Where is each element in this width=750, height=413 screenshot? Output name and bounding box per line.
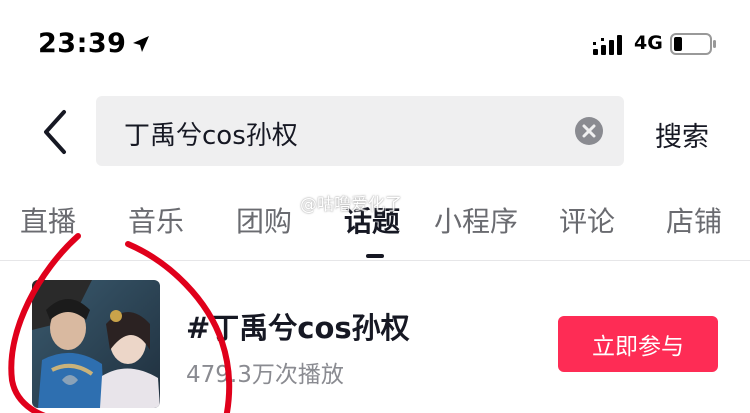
topic-cover-image (32, 280, 160, 408)
active-tab-indicator (366, 254, 384, 258)
tab-shops[interactable]: 店铺 (666, 200, 722, 240)
topic-thumbnail[interactable] (32, 280, 160, 408)
tab-mini-programs[interactable]: 小程序 (434, 200, 518, 240)
tab-live[interactable]: 直播 (20, 200, 76, 240)
search-input[interactable]: 丁禹兮cos孙权 (96, 96, 624, 166)
clear-icon[interactable] (574, 116, 604, 146)
tabs-divider (0, 260, 750, 261)
status-bar: 23:39 4G (0, 0, 750, 90)
tab-group-buy[interactable]: 团购 (236, 200, 292, 240)
search-query-text[interactable]: 丁禹兮cos孙权 (124, 115, 298, 152)
signal-icon (593, 35, 622, 55)
location-arrow-icon (133, 36, 149, 52)
search-button[interactable]: 搜索 (655, 115, 709, 154)
join-now-button[interactable]: 立即参与 (558, 316, 718, 372)
back-chevron-icon[interactable] (36, 106, 76, 158)
topic-title[interactable]: #丁禹兮cos孙权 (186, 305, 410, 347)
tab-comments[interactable]: 评论 (559, 200, 615, 240)
topic-play-count: 479.3万次播放 (186, 362, 344, 388)
watermark: @咕噜爱化了 (300, 195, 402, 215)
battery-icon (670, 33, 716, 55)
status-time: 23:39 (38, 28, 127, 59)
network-type: 4G (634, 32, 663, 54)
join-now-label: 立即参与 (592, 334, 684, 360)
tab-music[interactable]: 音乐 (128, 200, 184, 240)
